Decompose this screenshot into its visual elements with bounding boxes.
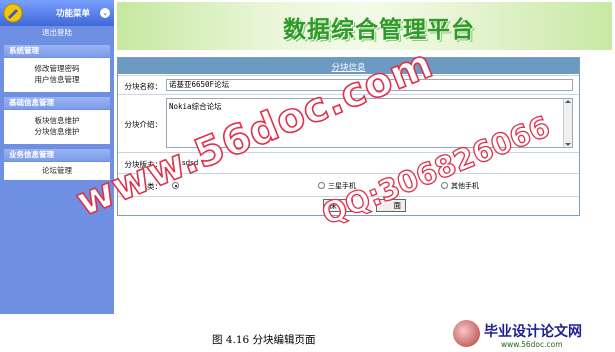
menu-header: 功能菜单 ⌄ [0, 0, 114, 26]
site-logo: 毕业设计论文网 www.56doc.com [453, 318, 615, 352]
brush-icon [3, 3, 23, 23]
banner: 数据综合管理平台 [117, 2, 612, 50]
logo-url: www.56doc.com [501, 340, 563, 349]
category-radio-samsung[interactable] [318, 182, 325, 189]
figure-caption: 图 4.16 分块编辑页面 [212, 334, 316, 346]
textarea-scrollbar[interactable] [563, 99, 572, 147]
banner-title: 数据综合管理平台 [283, 16, 475, 43]
section-basic-info-items: 板块信息维护 分块信息维护 [4, 110, 110, 144]
category-option-other-label: 其他手机 [451, 182, 479, 190]
chevron-down-icon[interactable]: ⌄ [100, 8, 110, 18]
name-label: 分块名称： [124, 82, 163, 91]
menu-item-change-password[interactable]: 修改管理密码 [4, 63, 110, 74]
menu-item-user-management[interactable]: 用户信息管理 [4, 74, 110, 85]
scroll-up-icon[interactable] [565, 100, 571, 103]
menu-item-subboard-maintenance[interactable]: 分块信息维护 [4, 126, 110, 137]
scroll-down-icon[interactable] [565, 143, 571, 146]
logo-emblem-icon [453, 320, 480, 347]
menu-item-board-maintenance[interactable]: 板块信息维护 [4, 115, 110, 126]
section-system-items: 修改管理密码 用户信息管理 [4, 58, 110, 92]
intro-text: Nokia综合论坛 [169, 102, 222, 111]
menu-title: 功能菜单 [56, 9, 91, 19]
section-system[interactable]: 系统管理 [4, 45, 110, 57]
logo-text: 毕业设计论文网 [484, 324, 582, 340]
logout-link[interactable]: 退出登陆 [4, 26, 110, 40]
sidebar: 功能菜单 ⌄ 退出登陆 系统管理 修改管理密码 用户信息管理 基础信息管理 板块… [0, 0, 114, 314]
section-business-info[interactable]: 业务信息管理 [4, 149, 110, 161]
section-basic-info[interactable]: 基础信息管理 [4, 97, 110, 109]
intro-label: 分块介绍： [124, 120, 163, 129]
